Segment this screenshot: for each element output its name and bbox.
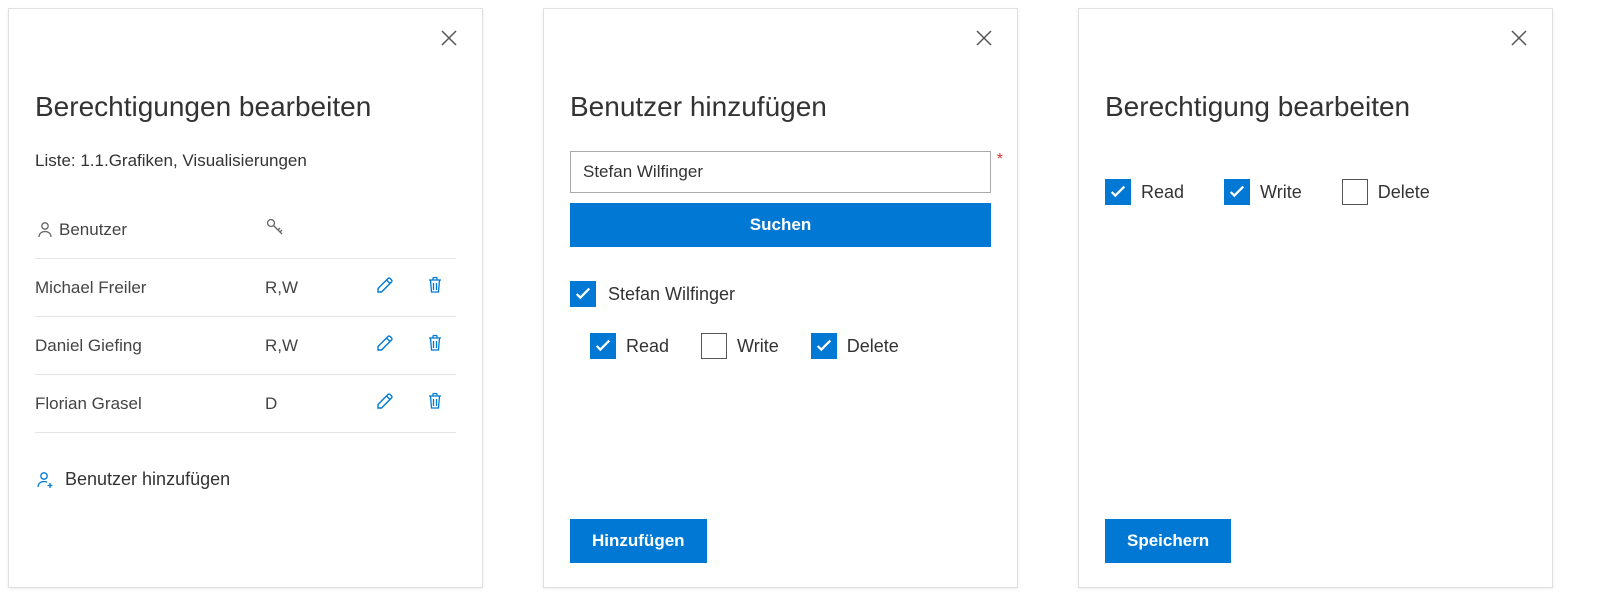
check-icon	[815, 337, 833, 355]
edit-button[interactable]	[375, 275, 395, 300]
header-user-label: Benutzer	[59, 220, 127, 240]
write-label: Write	[737, 336, 779, 357]
add-user-panel: Benutzer hinzufügen * Suchen Stefan Wilf…	[543, 8, 1018, 588]
delete-button[interactable]	[425, 391, 445, 416]
table-row: Florian Grasel D	[35, 375, 456, 433]
add-button[interactable]: Hinzufügen	[570, 519, 707, 563]
user-permissions: R,W	[265, 336, 355, 356]
pencil-icon	[375, 275, 395, 295]
add-user-label: Benutzer hinzufügen	[65, 469, 230, 490]
close-button[interactable]	[1506, 25, 1532, 51]
user-search-input[interactable]	[570, 151, 991, 193]
user-name: Michael Freiler	[35, 278, 265, 298]
user-add-icon	[35, 470, 55, 490]
user-permissions: D	[265, 394, 355, 414]
user-result-name: Stefan Wilfinger	[608, 284, 735, 305]
panel-title: Berechtigungen bearbeiten	[35, 91, 456, 123]
close-button[interactable]	[436, 25, 462, 51]
user-name: Florian Grasel	[35, 394, 265, 414]
table-row: Daniel Giefing R,W	[35, 317, 456, 375]
write-checkbox[interactable]	[701, 333, 727, 359]
close-button[interactable]	[971, 25, 997, 51]
edit-button[interactable]	[375, 391, 395, 416]
search-button[interactable]: Suchen	[570, 203, 991, 247]
table-row: Michael Freiler R,W	[35, 259, 456, 317]
panel-title: Berechtigung bearbeiten	[1105, 91, 1526, 123]
delete-checkbox[interactable]	[1342, 179, 1368, 205]
close-icon	[974, 28, 994, 48]
edit-button[interactable]	[375, 333, 395, 358]
user-name: Daniel Giefing	[35, 336, 265, 356]
permissions-edit-panel: Berechtigungen bearbeiten Liste: 1.1.Gra…	[8, 8, 483, 588]
user-permissions: R,W	[265, 278, 355, 298]
delete-label: Delete	[847, 336, 899, 357]
read-checkbox[interactable]	[1105, 179, 1131, 205]
table-header: Benutzer	[35, 201, 456, 259]
write-label: Write	[1260, 182, 1302, 203]
check-icon	[1228, 183, 1246, 201]
pencil-icon	[375, 333, 395, 353]
user-icon	[35, 220, 55, 240]
add-user-button[interactable]: Benutzer hinzufügen	[35, 469, 456, 490]
check-icon	[574, 285, 592, 303]
save-button[interactable]: Speichern	[1105, 519, 1231, 563]
write-checkbox[interactable]	[1224, 179, 1250, 205]
user-result-checkbox[interactable]	[570, 281, 596, 307]
read-checkbox[interactable]	[590, 333, 616, 359]
delete-button[interactable]	[425, 333, 445, 358]
check-icon	[1109, 183, 1127, 201]
permissions-table: Benutzer Michael Freiler R,W Daniel Gief…	[35, 201, 456, 433]
read-label: Read	[626, 336, 669, 357]
check-icon	[594, 337, 612, 355]
list-subtitle: Liste: 1.1.Grafiken, Visualisierungen	[35, 151, 456, 171]
delete-label: Delete	[1378, 182, 1430, 203]
delete-button[interactable]	[425, 275, 445, 300]
close-icon	[439, 28, 459, 48]
trash-icon	[425, 275, 445, 295]
edit-permission-panel: Berechtigung bearbeiten Read Write Delet…	[1078, 8, 1553, 588]
panel-title: Benutzer hinzufügen	[570, 91, 991, 123]
delete-checkbox[interactable]	[811, 333, 837, 359]
trash-icon	[425, 391, 445, 411]
read-label: Read	[1141, 182, 1184, 203]
close-icon	[1509, 28, 1529, 48]
required-indicator: *	[997, 151, 1003, 169]
pencil-icon	[375, 391, 395, 411]
key-icon	[265, 217, 285, 237]
trash-icon	[425, 333, 445, 353]
